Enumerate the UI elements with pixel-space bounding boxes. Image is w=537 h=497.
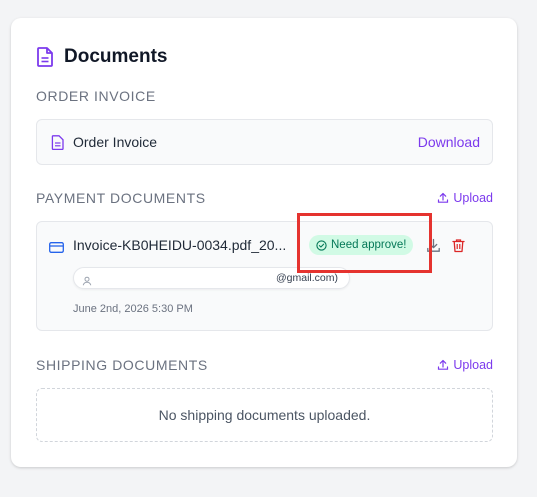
shipping-upload-button[interactable]: Upload bbox=[437, 358, 493, 372]
shipping-empty-message: No shipping documents uploaded. bbox=[158, 407, 371, 423]
file-icon bbox=[51, 134, 64, 150]
payment-documents-heading: PAYMENT DOCUMENTS bbox=[36, 190, 206, 206]
payment-document-row: Invoice-KB0HEIDU-0034.pdf_20... Need app… bbox=[49, 235, 480, 255]
status-badge-label: Need approve! bbox=[331, 239, 407, 251]
order-invoice-row: Order Invoice Download bbox=[36, 119, 493, 165]
trash-icon[interactable] bbox=[451, 238, 466, 253]
shipping-upload-label: Upload bbox=[453, 358, 493, 372]
card-title: Documents bbox=[64, 46, 168, 67]
payment-document-item: Invoice-KB0HEIDU-0034.pdf_20... Need app… bbox=[36, 221, 493, 331]
uploader-email: @gmail.com) bbox=[276, 272, 339, 284]
upload-date: June 2nd, 2026 5:30 PM bbox=[73, 303, 193, 315]
upload-icon bbox=[438, 192, 449, 203]
payment-upload-label: Upload bbox=[453, 191, 493, 205]
redacted-uploader-name bbox=[98, 271, 274, 285]
uploader-pill: @gmail.com) bbox=[73, 267, 350, 289]
order-invoice-heading: ORDER INVOICE bbox=[36, 88, 156, 104]
shipping-documents-heading: SHIPPING DOCUMENTS bbox=[36, 357, 208, 373]
download-icon[interactable] bbox=[426, 238, 441, 253]
document-icon bbox=[36, 47, 54, 67]
payment-file-name[interactable]: Invoice-KB0HEIDU-0034.pdf_20... bbox=[73, 237, 299, 253]
upload-icon bbox=[438, 359, 449, 370]
card-header: Documents bbox=[36, 46, 167, 68]
download-link[interactable]: Download bbox=[418, 134, 480, 150]
shipping-empty-state: No shipping documents uploaded. bbox=[36, 388, 493, 442]
check-circle-icon bbox=[316, 239, 327, 251]
payment-upload-button[interactable]: Upload bbox=[437, 191, 493, 205]
documents-card: Documents ORDER INVOICE Order Invoice Do… bbox=[11, 18, 517, 467]
user-icon bbox=[82, 273, 92, 286]
credit-card-icon bbox=[49, 240, 64, 253]
status-badge: Need approve! bbox=[309, 235, 414, 255]
order-invoice-name: Order Invoice bbox=[73, 134, 158, 150]
